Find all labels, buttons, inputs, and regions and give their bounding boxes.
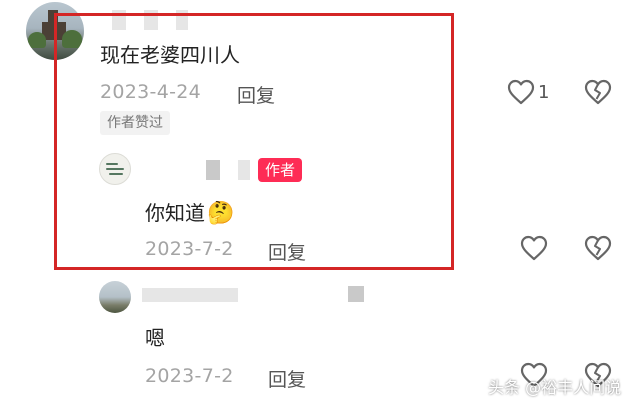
reply-date: 2023-7-2 xyxy=(145,365,234,387)
broken-heart-icon[interactable] xyxy=(584,79,612,105)
replier-name-blurred xyxy=(142,288,238,302)
reply-text: 嗯 xyxy=(145,326,165,350)
replier-name-blurred xyxy=(348,286,364,302)
heart-outline-icon[interactable] xyxy=(520,235,548,261)
heart-outline-icon[interactable] xyxy=(507,79,535,105)
broken-heart-icon[interactable] xyxy=(584,235,612,261)
reply-button[interactable]: 回复 xyxy=(268,365,306,392)
highlight-box xyxy=(54,13,454,270)
watermark: 头条 @裕丰人间说 xyxy=(488,378,622,397)
replier-avatar[interactable] xyxy=(99,281,131,313)
like-count: 1 xyxy=(538,82,550,103)
